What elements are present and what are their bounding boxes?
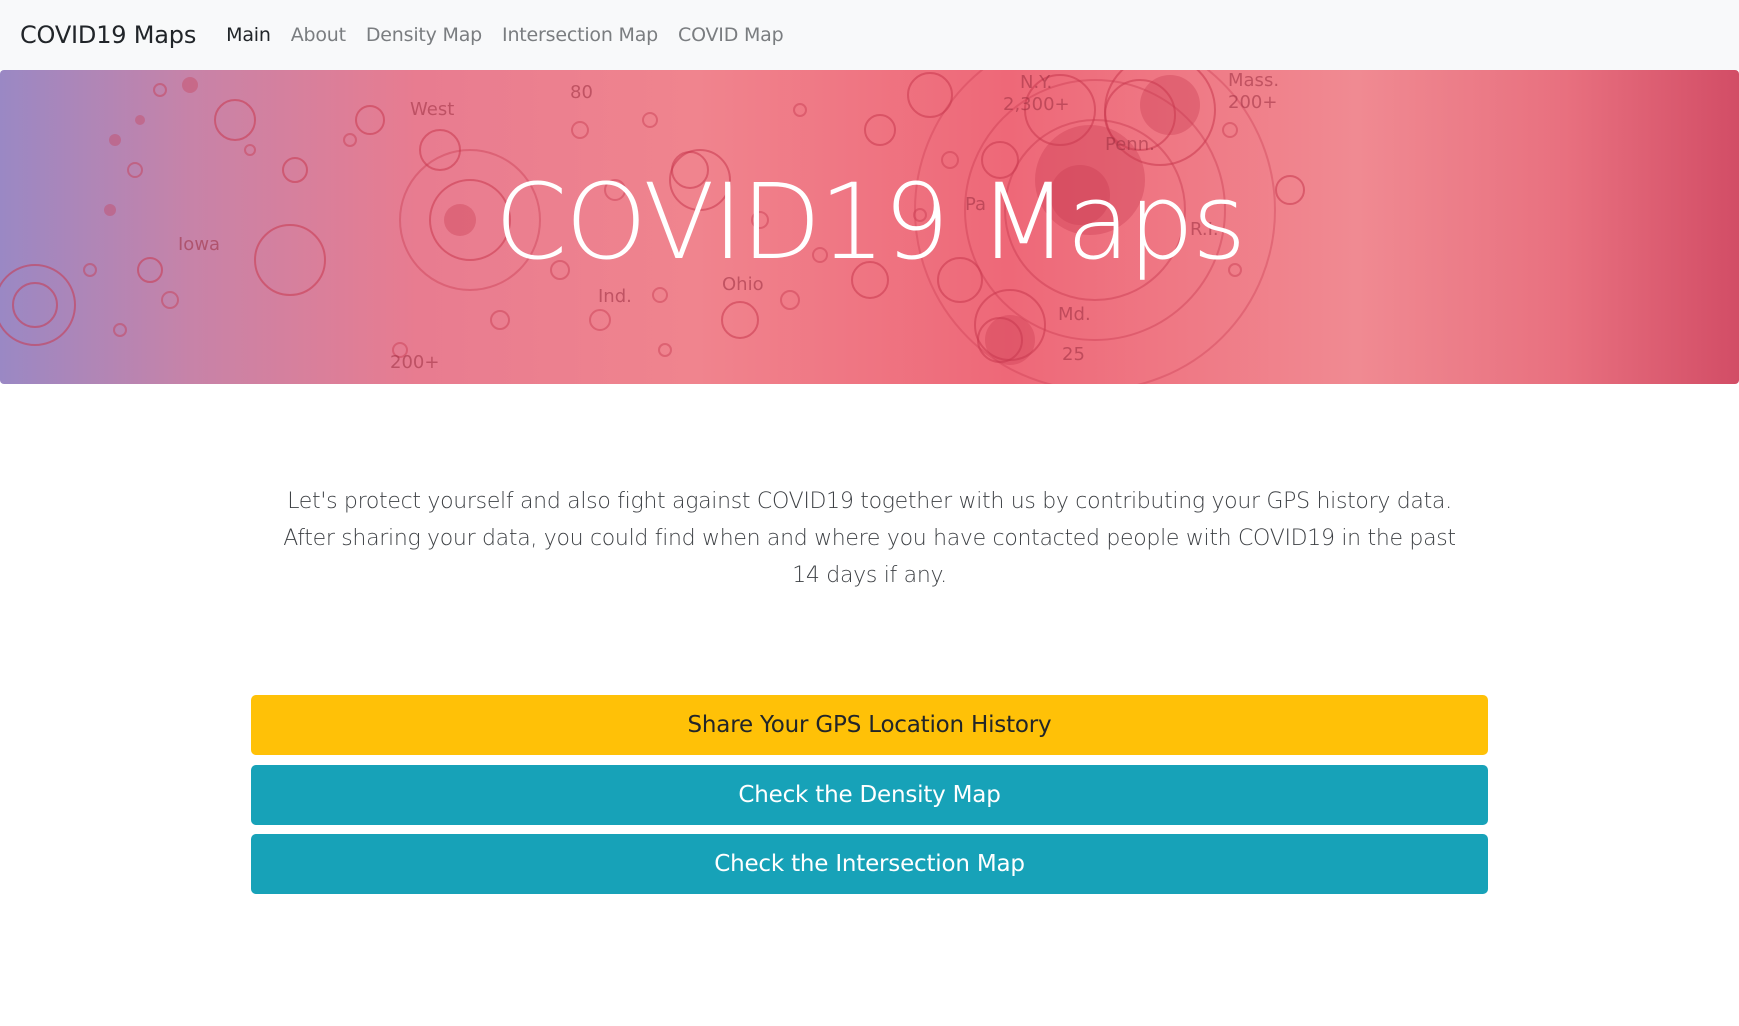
intro-text: Let's protect yourself and also fight ag… [270,483,1469,594]
check-intersection-map-button[interactable]: Check the Intersection Map [251,834,1488,894]
intro-line-2: After sharing your data, you could find … [283,526,1456,588]
nav-link-main[interactable]: Main [226,24,271,46]
nav-link-intersection-map[interactable]: Intersection Map [502,24,658,46]
hero-title: COVID19 Maps [494,161,1247,283]
intro-line-1: Let's protect yourself and also fight ag… [287,489,1452,514]
hero-banner: 80 N.Y. 2,300+ Mass. 200+ West Penn. Pa … [0,70,1739,384]
top-navbar: COVID19 Maps Main About Density Map Inte… [0,0,1739,70]
nav-link-covid-map[interactable]: COVID Map [678,24,784,46]
check-density-map-button[interactable]: Check the Density Map [251,765,1488,825]
nav-link-about[interactable]: About [291,24,346,46]
share-gps-history-button[interactable]: Share Your GPS Location History [251,695,1488,755]
navbar-brand[interactable]: COVID19 Maps [20,21,196,49]
nav-link-density-map[interactable]: Density Map [366,24,482,46]
